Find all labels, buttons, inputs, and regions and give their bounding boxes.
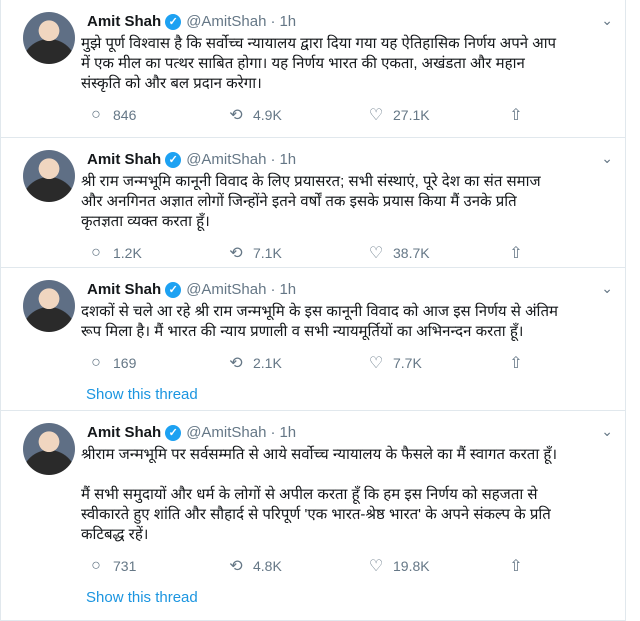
tweet-text: मुझे पूर्ण विश्वास है कि सर्वोच्च न्याया… [81,35,557,92]
reply-count: 1.2K [113,245,142,261]
like-count: 19.8K [393,558,430,574]
reply-button[interactable]: ○ 731 [87,557,227,575]
reply-icon: ○ [91,106,101,123]
verified-badge-icon: ✓ [165,282,182,298]
author-handle[interactable]: @AmitShah [186,12,266,32]
reply-count: 846 [113,107,137,123]
avatar[interactable] [23,423,75,475]
verified-badge-icon: ✓ [165,152,182,168]
separator-dot: · [270,424,276,441]
author-name[interactable]: Amit Shah [87,280,161,300]
tweet-text: श्रीराम जन्मभूमि पर सर्वसम्मति से आये सर… [81,446,558,543]
separator-dot: · [270,281,276,298]
timestamp[interactable]: 1h [279,12,296,32]
tweet-header: Amit Shah ✓ @AmitShah · 1h [87,280,609,300]
author-name[interactable]: Amit Shah [87,12,161,32]
tweet-text: दशकों से चले आ रहे श्री राम जन्मभूमि के … [81,303,558,340]
avatar[interactable] [23,12,75,64]
author-handle[interactable]: @AmitShah [186,150,266,170]
retweet-button[interactable]: ⟲ 7.1K [227,243,367,263]
share-icon: ⇧ [509,355,523,372]
retweet-count: 7.1K [253,245,282,261]
author-name[interactable]: Amit Shah [87,150,161,170]
reply-count: 731 [113,558,137,574]
share-icon: ⇧ [509,245,523,262]
heart-icon: ♡ [368,558,384,575]
tweet-header: Amit Shah ✓ @AmitShah · 1h [87,150,609,170]
chevron-down-icon[interactable]: ⌄ [601,423,613,440]
separator-dot: · [270,151,276,168]
timestamp[interactable]: 1h [279,150,296,170]
author-name[interactable]: Amit Shah [87,423,161,443]
retweet-icon: ⟲ [229,107,243,124]
heart-icon: ♡ [368,355,384,372]
reply-icon: ○ [91,244,101,261]
reply-button[interactable]: ○ 846 [87,106,227,124]
like-button[interactable]: ♡ 7.7K [367,353,507,373]
verified-badge-icon: ✓ [165,425,182,441]
like-count: 7.7K [393,355,422,371]
timestamp[interactable]: 1h [279,423,296,443]
author-handle[interactable]: @AmitShah [186,423,266,443]
share-button[interactable]: ⇧ [507,243,547,263]
share-button[interactable]: ⇧ [507,105,547,125]
share-button[interactable]: ⇧ [507,556,547,576]
reply-count: 169 [113,355,137,371]
tweet-actions: ○ 846 ⟲ 4.9K ♡ 27.1K ⇧ [87,102,609,128]
reply-button[interactable]: ○ 1.2K [87,244,227,262]
like-count: 38.7K [393,245,430,261]
like-count: 27.1K [393,107,430,123]
retweet-button[interactable]: ⟲ 2.1K [227,353,367,373]
tweet[interactable]: Amit Shah ✓ @AmitShah · 1h ⌄ श्रीराम जन्… [1,411,625,621]
verified-badge-icon: ✓ [165,14,182,30]
tweet[interactable]: Amit Shah ✓ @AmitShah · 1h ⌄ मुझे पूर्ण … [1,0,625,138]
share-button[interactable]: ⇧ [507,353,547,373]
retweet-count: 4.8K [253,558,282,574]
tweet-actions: ○ 169 ⟲ 2.1K ♡ 7.7K ⇧ [87,350,609,376]
heart-icon: ♡ [368,245,384,262]
heart-icon: ♡ [368,107,384,124]
chevron-down-icon[interactable]: ⌄ [601,150,613,167]
retweet-icon: ⟲ [229,355,243,372]
retweet-count: 4.9K [253,107,282,123]
chevron-down-icon[interactable]: ⌄ [601,280,613,297]
show-thread-link[interactable]: Show this thread [86,386,609,403]
retweet-count: 2.1K [253,355,282,371]
share-icon: ⇧ [509,107,523,124]
avatar[interactable] [23,280,75,332]
avatar[interactable] [23,150,75,202]
like-button[interactable]: ♡ 19.8K [367,556,507,576]
reply-icon: ○ [91,557,101,574]
separator-dot: · [270,13,276,30]
like-button[interactable]: ♡ 38.7K [367,243,507,263]
show-thread-link[interactable]: Show this thread [86,589,609,606]
retweet-icon: ⟲ [229,245,243,262]
retweet-button[interactable]: ⟲ 4.9K [227,105,367,125]
author-handle[interactable]: @AmitShah [186,280,266,300]
retweet-icon: ⟲ [229,558,243,575]
timeline-feed: Amit Shah ✓ @AmitShah · 1h ⌄ मुझे पूर्ण … [0,0,626,621]
tweet[interactable]: Amit Shah ✓ @AmitShah · 1h ⌄ दशकों से चल… [1,268,625,411]
reply-icon: ○ [91,354,101,371]
tweet-actions: ○ 1.2K ⟲ 7.1K ♡ 38.7K ⇧ [87,240,609,266]
tweet[interactable]: Amit Shah ✓ @AmitShah · 1h ⌄ श्री राम जन… [1,138,625,268]
tweet-text: श्री राम जन्मभूमि कानूनी विवाद के लिए प्… [81,173,541,230]
retweet-button[interactable]: ⟲ 4.8K [227,556,367,576]
like-button[interactable]: ♡ 27.1K [367,105,507,125]
tweet-header: Amit Shah ✓ @AmitShah · 1h [87,12,609,32]
reply-button[interactable]: ○ 169 [87,354,227,372]
share-icon: ⇧ [509,558,523,575]
tweet-header: Amit Shah ✓ @AmitShah · 1h [87,423,609,443]
chevron-down-icon[interactable]: ⌄ [601,12,613,29]
timestamp[interactable]: 1h [279,280,296,300]
tweet-actions: ○ 731 ⟲ 4.8K ♡ 19.8K ⇧ [87,553,609,579]
